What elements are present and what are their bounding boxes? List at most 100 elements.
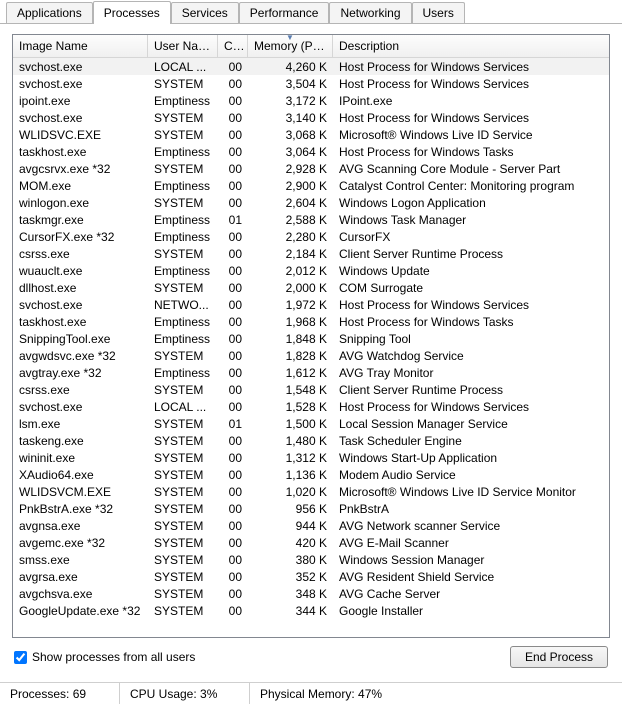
process-cpu: 00 — [218, 569, 248, 585]
process-user: SYSTEM — [148, 127, 218, 143]
table-row[interactable]: WLIDSVC.EXESYSTEM003,068 KMicrosoft® Win… — [13, 126, 609, 143]
table-row[interactable]: XAudio64.exeSYSTEM001,136 KModem Audio S… — [13, 466, 609, 483]
col-header-user[interactable]: User Name — [148, 35, 218, 57]
tab-users[interactable]: Users — [412, 2, 465, 23]
table-row[interactable]: PnkBstrA.exe *32SYSTEM00956 KPnkBstrA — [13, 500, 609, 517]
table-row[interactable]: GoogleUpdate.exe *32SYSTEM00344 KGoogle … — [13, 602, 609, 619]
table-row[interactable]: ipoint.exeEmptiness003,172 KIPoint.exe — [13, 92, 609, 109]
process-cpu: 00 — [218, 399, 248, 415]
table-row[interactable]: avgchsva.exeSYSTEM00348 KAVG Cache Serve… — [13, 585, 609, 602]
table-row[interactable]: taskmgr.exeEmptiness012,588 KWindows Tas… — [13, 211, 609, 228]
process-rows[interactable]: svchost.exeLOCAL ...004,260 KHost Proces… — [13, 58, 609, 637]
col-header-description[interactable]: Description — [333, 35, 593, 57]
process-cpu: 00 — [218, 348, 248, 364]
col-header-memory[interactable]: ▼ Memory (Priv... — [248, 35, 333, 57]
process-description: Host Process for Windows Services — [333, 297, 609, 313]
process-description: AVG E-Mail Scanner — [333, 535, 609, 551]
process-cpu: 00 — [218, 59, 248, 75]
process-memory: 1,848 K — [248, 331, 333, 347]
tab-networking[interactable]: Networking — [329, 2, 411, 23]
table-row[interactable]: svchost.exeNETWO...001,972 KHost Process… — [13, 296, 609, 313]
process-description: Host Process for Windows Services — [333, 59, 609, 75]
process-cpu: 00 — [218, 518, 248, 534]
process-user: SYSTEM — [148, 280, 218, 296]
table-row[interactable]: smss.exeSYSTEM00380 KWindows Session Man… — [13, 551, 609, 568]
process-name: svchost.exe — [13, 59, 148, 75]
process-user: SYSTEM — [148, 569, 218, 585]
end-process-button[interactable]: End Process — [510, 646, 608, 668]
process-memory: 3,504 K — [248, 76, 333, 92]
tab-services[interactable]: Services — [171, 2, 239, 23]
table-row[interactable]: MOM.exeEmptiness002,900 KCatalyst Contro… — [13, 177, 609, 194]
process-cpu: 00 — [218, 127, 248, 143]
process-user: SYSTEM — [148, 586, 218, 602]
process-user: SYSTEM — [148, 76, 218, 92]
col-header-cpu[interactable]: CPU — [218, 35, 248, 57]
process-memory: 348 K — [248, 586, 333, 602]
status-bar: Processes: 69 CPU Usage: 3% Physical Mem… — [0, 682, 622, 704]
footer-bar: Show processes from all users End Proces… — [12, 638, 610, 676]
table-row[interactable]: avgemc.exe *32SYSTEM00420 KAVG E-Mail Sc… — [13, 534, 609, 551]
process-memory: 2,012 K — [248, 263, 333, 279]
table-row[interactable]: avgnsa.exeSYSTEM00944 KAVG Network scann… — [13, 517, 609, 534]
table-row[interactable]: taskhost.exeEmptiness003,064 KHost Proce… — [13, 143, 609, 160]
status-processes: Processes: 69 — [0, 683, 120, 704]
process-cpu: 00 — [218, 195, 248, 211]
process-cpu: 00 — [218, 603, 248, 619]
process-name: ipoint.exe — [13, 93, 148, 109]
process-description: Host Process for Windows Tasks — [333, 144, 609, 160]
process-description: Host Process for Windows Services — [333, 399, 609, 415]
process-name: avgwdsvc.exe *32 — [13, 348, 148, 364]
table-row[interactable]: taskhost.exeEmptiness001,968 KHost Proce… — [13, 313, 609, 330]
process-cpu: 00 — [218, 93, 248, 109]
process-description: PnkBstrA — [333, 501, 609, 517]
table-row[interactable]: winlogon.exeSYSTEM002,604 KWindows Logon… — [13, 194, 609, 211]
process-cpu: 00 — [218, 586, 248, 602]
table-row[interactable]: avgwdsvc.exe *32SYSTEM001,828 KAVG Watch… — [13, 347, 609, 364]
process-cpu: 01 — [218, 212, 248, 228]
table-row[interactable]: csrss.exeSYSTEM002,184 KClient Server Ru… — [13, 245, 609, 262]
process-name: taskhost.exe — [13, 314, 148, 330]
table-row[interactable]: lsm.exeSYSTEM011,500 KLocal Session Mana… — [13, 415, 609, 432]
table-row[interactable]: dllhost.exeSYSTEM002,000 KCOM Surrogate — [13, 279, 609, 296]
process-name: taskhost.exe — [13, 144, 148, 160]
process-cpu: 00 — [218, 161, 248, 177]
column-headers: Image Name User Name CPU ▼ Memory (Priv.… — [13, 35, 609, 58]
table-row[interactable]: avgrsa.exeSYSTEM00352 KAVG Resident Shie… — [13, 568, 609, 585]
table-row[interactable]: svchost.exeLOCAL ...001,528 KHost Proces… — [13, 398, 609, 415]
process-description: AVG Watchdog Service — [333, 348, 609, 364]
show-all-users-input[interactable] — [14, 651, 27, 664]
table-row[interactable]: WLIDSVCM.EXESYSTEM001,020 KMicrosoft® Wi… — [13, 483, 609, 500]
process-name: PnkBstrA.exe *32 — [13, 501, 148, 517]
tab-performance[interactable]: Performance — [239, 2, 330, 23]
table-row[interactable]: svchost.exeLOCAL ...004,260 KHost Proces… — [13, 58, 609, 75]
process-user: Emptiness — [148, 93, 218, 109]
process-name: avgnsa.exe — [13, 518, 148, 534]
tab-processes[interactable]: Processes — [93, 1, 171, 24]
process-name: SnippingTool.exe — [13, 331, 148, 347]
show-all-users-label: Show processes from all users — [32, 650, 195, 664]
tab-applications[interactable]: Applications — [6, 2, 93, 23]
process-description: Modem Audio Service — [333, 467, 609, 483]
table-row[interactable]: wuauclt.exeEmptiness002,012 KWindows Upd… — [13, 262, 609, 279]
col-header-image[interactable]: Image Name — [13, 35, 148, 57]
process-description: Google Installer — [333, 603, 609, 619]
table-row[interactable]: csrss.exeSYSTEM001,548 KClient Server Ru… — [13, 381, 609, 398]
table-row[interactable]: avgtray.exe *32Emptiness001,612 KAVG Tra… — [13, 364, 609, 381]
process-description: Microsoft® Windows Live ID Service — [333, 127, 609, 143]
show-all-users-checkbox[interactable]: Show processes from all users — [14, 650, 195, 664]
process-description: Local Session Manager Service — [333, 416, 609, 432]
table-row[interactable]: avgcsrvx.exe *32SYSTEM002,928 KAVG Scann… — [13, 160, 609, 177]
process-user: SYSTEM — [148, 195, 218, 211]
table-row[interactable]: SnippingTool.exeEmptiness001,848 KSnippi… — [13, 330, 609, 347]
table-row[interactable]: svchost.exeSYSTEM003,504 KHost Process f… — [13, 75, 609, 92]
process-user: SYSTEM — [148, 450, 218, 466]
table-row[interactable]: CursorFX.exe *32Emptiness002,280 KCursor… — [13, 228, 609, 245]
table-row[interactable]: taskeng.exeSYSTEM001,480 KTask Scheduler… — [13, 432, 609, 449]
process-user: SYSTEM — [148, 535, 218, 551]
process-name: wuauclt.exe — [13, 263, 148, 279]
process-memory: 2,588 K — [248, 212, 333, 228]
process-description: Windows Task Manager — [333, 212, 609, 228]
table-row[interactable]: wininit.exeSYSTEM001,312 KWindows Start-… — [13, 449, 609, 466]
table-row[interactable]: svchost.exeSYSTEM003,140 KHost Process f… — [13, 109, 609, 126]
